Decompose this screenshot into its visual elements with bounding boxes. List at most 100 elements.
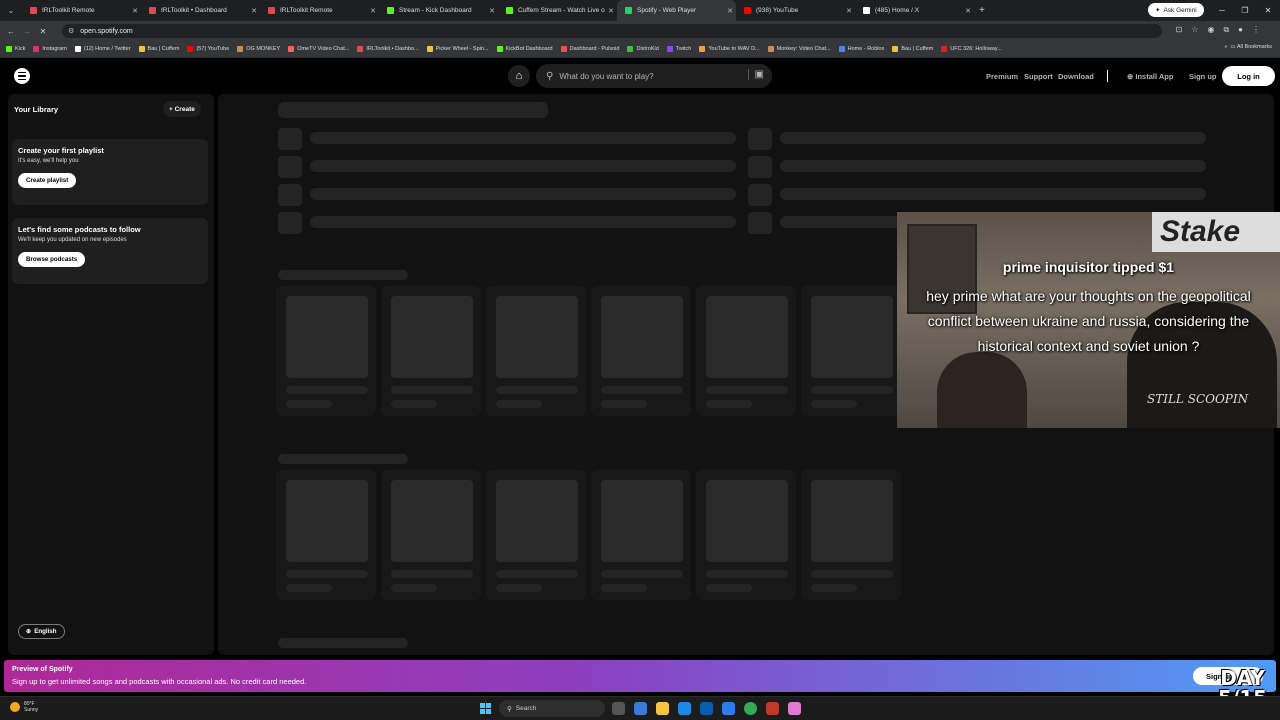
bookmark-label: Dashboard - Pulsoid <box>569 46 620 52</box>
tab-favicon-icon <box>268 7 275 14</box>
forward-icon[interactable]: → <box>22 27 32 36</box>
new-tab-icon[interactable]: + <box>974 5 990 16</box>
create-playlist-button[interactable]: Create playlist <box>18 173 77 188</box>
tab-search-icon[interactable]: ⌄ <box>0 0 22 21</box>
browser-tab[interactable]: (485) Home / X ✕ <box>855 0 974 21</box>
extension-icon[interactable]: ◉ <box>1207 25 1214 35</box>
create-playlist-card: Create your first playlist It's easy, we… <box>12 139 208 205</box>
app-icon[interactable] <box>766 702 779 715</box>
minimize-icon[interactable]: ─ <box>1211 0 1233 21</box>
mail-icon[interactable] <box>722 702 735 715</box>
bookmark-favicon-icon <box>33 46 40 52</box>
bookmark-item[interactable]: UFC 326: Holloway... <box>941 46 1002 52</box>
webcam-sign: Stake <box>1152 212 1280 252</box>
bookmark-item[interactable]: (57) YouTube <box>187 46 229 52</box>
bookmark-item[interactable]: Picker Wheel - Spin... <box>426 46 489 52</box>
bookmark-label: UFC 326: Holloway... <box>950 46 1002 52</box>
bookmark-star-icon[interactable]: ☆ <box>1191 25 1198 35</box>
download-link[interactable]: Download <box>1058 72 1094 81</box>
bookmark-item[interactable]: Instagram <box>33 46 67 52</box>
edge-icon[interactable] <box>678 702 691 715</box>
tab-close-icon[interactable]: ✕ <box>367 7 379 15</box>
ask-gemini-button[interactable]: ✦ Ask Gemini <box>1148 3 1204 17</box>
row-placeholder <box>310 216 736 228</box>
back-icon[interactable]: ← <box>6 27 16 36</box>
bookmark-favicon-icon <box>187 46 194 52</box>
maximize-icon[interactable]: ❐ <box>1234 0 1256 21</box>
windows-start-icon[interactable] <box>480 703 491 714</box>
menu-kebab-icon[interactable]: ⋮ <box>1252 25 1260 35</box>
tab-close-icon[interactable]: ✕ <box>605 7 617 15</box>
cover-placeholder <box>391 296 473 378</box>
close-window-icon[interactable]: ✕ <box>1257 0 1279 21</box>
weather-widget[interactable]: 80°F Sunny <box>10 701 38 713</box>
preview-banner[interactable]: Preview of Spotify Sign up to get unlimi… <box>4 660 1276 692</box>
bookmark-item[interactable]: Monkey: Video Chat... <box>767 46 831 52</box>
install-page-icon[interactable]: ⊡ <box>1176 25 1183 35</box>
bookmark-item[interactable]: Kick <box>6 46 25 52</box>
bookmark-favicon-icon <box>138 46 145 52</box>
bookmark-label: OG MONKEY <box>246 46 281 52</box>
bookmark-item[interactable]: OG MONKEY <box>237 46 280 52</box>
reload-stop-icon[interactable]: ✕ <box>38 27 48 36</box>
library-title[interactable]: Your Library <box>14 105 58 114</box>
all-bookmarks-button[interactable]: » ▭ All Bookmarks <box>1224 44 1272 50</box>
text-placeholder <box>811 584 857 592</box>
install-app-link[interactable]: ⊕ Install App <box>1127 72 1173 81</box>
create-button[interactable]: + Create <box>163 101 201 117</box>
premium-link[interactable]: Premium <box>986 72 1018 81</box>
cover-placeholder <box>286 480 368 562</box>
home-icon[interactable]: ⌂ <box>508 65 530 87</box>
bookmark-item[interactable]: DistroKid <box>627 46 659 52</box>
bookmark-item[interactable]: Twitch <box>666 46 691 52</box>
row-placeholder <box>310 188 736 200</box>
browser-tab[interactable]: IRLToolkit Remote ✕ <box>22 0 141 21</box>
windows-taskbar: 80°F Sunny ⚲ Search <box>0 696 1280 720</box>
bookmark-item[interactable]: KickBot Dashboard <box>496 46 553 52</box>
chrome-icon[interactable] <box>744 702 757 715</box>
section-title-placeholder <box>278 270 408 280</box>
bookmark-item[interactable]: Bau | Cuffem <box>892 46 933 52</box>
thumb-placeholder <box>278 184 302 206</box>
bookmark-item[interactable]: Bau | Cuffem <box>138 46 179 52</box>
tab-close-icon[interactable]: ✕ <box>486 7 498 15</box>
extensions-puzzle-icon[interactable]: ⧉ <box>1223 25 1229 35</box>
store-icon[interactable] <box>700 702 713 715</box>
site-info-icon[interactable]: ⚙ <box>68 27 74 35</box>
browser-tab[interactable]: (938) YouTube ✕ <box>736 0 855 21</box>
browser-tab[interactable]: Stream - Kick Dashboard ✕ <box>379 0 498 21</box>
browser-tab[interactable]: Cuffem Stream - Watch Live on ✕ <box>498 0 617 21</box>
file-explorer-icon[interactable] <box>656 702 669 715</box>
browser-tab[interactable]: IRLToolkit • Dashboard ✕ <box>141 0 260 21</box>
tab-close-icon[interactable]: ✕ <box>962 7 974 15</box>
signup-link[interactable]: Sign up <box>1189 72 1217 81</box>
language-button[interactable]: ⊕ English <box>18 624 65 639</box>
bookmark-item[interactable]: (12) Home / Twitter <box>74 46 131 52</box>
tab-close-icon[interactable]: ✕ <box>724 7 736 15</box>
weather-desc: Sunny <box>24 707 39 713</box>
support-link[interactable]: Support <box>1024 72 1053 81</box>
url-input[interactable]: ⚙ open.spotify.com <box>62 24 1162 38</box>
bookmark-item[interactable]: YouTube to WAV D... <box>699 46 760 52</box>
bookmark-item[interactable]: Dashboard - Pulsoid <box>560 46 620 52</box>
browse-icon[interactable]: ▣ <box>747 69 764 80</box>
bookmark-item[interactable]: OmeTV Video Chat... <box>288 46 349 52</box>
globe-icon: ⊕ <box>26 628 32 635</box>
bookmark-item[interactable]: Home - Roblox <box>838 46 884 52</box>
tab-close-icon[interactable]: ✕ <box>248 7 260 15</box>
taskbar-search[interactable]: ⚲ Search <box>499 700 605 717</box>
browse-podcasts-button[interactable]: Browse podcasts <box>18 252 86 267</box>
browser-tab[interactable]: IRLToolkit Remote ✕ <box>260 0 379 21</box>
tab-close-icon[interactable]: ✕ <box>843 7 855 15</box>
task-view-icon[interactable] <box>612 702 625 715</box>
search-input[interactable]: ⚲ What do you want to play? ▣ <box>536 64 772 88</box>
text-placeholder <box>391 400 437 408</box>
copilot-icon[interactable] <box>634 702 647 715</box>
profile-icon[interactable]: ● <box>1238 25 1243 35</box>
tab-close-icon[interactable]: ✕ <box>129 7 141 15</box>
obs-icon[interactable] <box>788 702 801 715</box>
browser-tab[interactable]: Spotify - Web Player ✕ <box>617 0 736 21</box>
spotify-logo-icon[interactable] <box>14 68 30 84</box>
bookmark-item[interactable]: IRLToolkit • Dashbo... <box>357 46 419 52</box>
login-button[interactable]: Log in <box>1222 66 1275 86</box>
